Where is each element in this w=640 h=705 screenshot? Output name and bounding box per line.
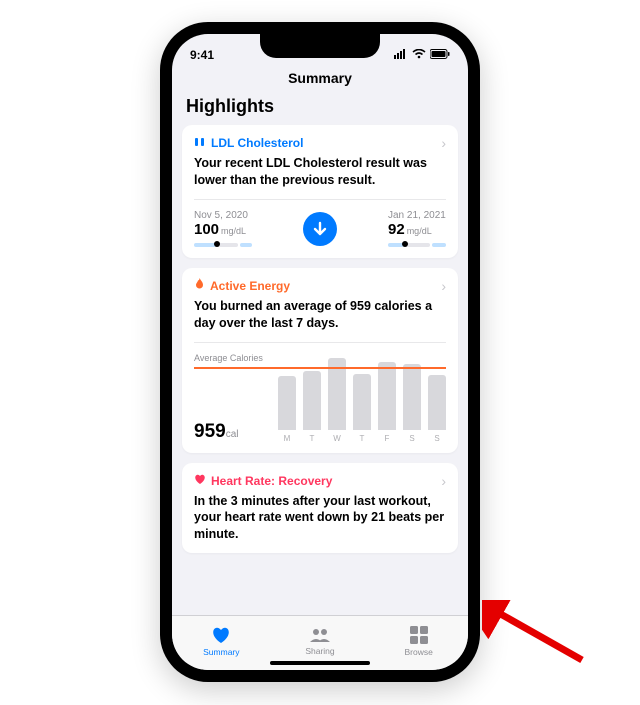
section-title-highlights: Highlights: [182, 94, 458, 125]
bar-col: T: [303, 371, 321, 443]
status-icons: [394, 48, 450, 62]
nav-title: Summary: [172, 64, 468, 94]
ldl-prev-value: 100 mg/dL: [194, 221, 252, 238]
bar: [353, 374, 371, 430]
ldl-comparison: Nov 5, 2020 100 mg/dL: [194, 210, 446, 248]
divider: [194, 199, 446, 200]
status-time: 9:41: [190, 48, 214, 62]
trend-down-icon: [303, 212, 337, 246]
bar: [428, 375, 446, 430]
home-indicator: [270, 661, 370, 665]
tab-label: Browse: [405, 647, 433, 657]
bar-day-label: S: [409, 434, 414, 443]
ldl-prev-range: [194, 242, 252, 248]
card-active-energy[interactable]: Active Energy › You burned an average of…: [182, 268, 458, 453]
bar: [303, 371, 321, 430]
bar: [403, 364, 421, 429]
screen: 9:41 Summary Highlights: [172, 34, 468, 670]
battery-icon: [430, 48, 450, 62]
heart-title: Heart Rate: Recovery: [211, 474, 332, 488]
ldl-icon: [194, 136, 206, 151]
chevron-right-icon: ›: [441, 135, 446, 151]
avg-line: [194, 367, 446, 369]
energy-chart: Average Calories 959cal M T W T F S S: [194, 353, 446, 443]
annotation-arrow: [482, 600, 592, 675]
chevron-right-icon: ›: [441, 473, 446, 489]
heart-body: In the 3 minutes after your last workout…: [194, 493, 446, 544]
tab-summary[interactable]: Summary: [172, 616, 271, 666]
bar-day-label: T: [310, 434, 315, 443]
energy-title: Active Energy: [210, 279, 290, 293]
ldl-recent-date: Jan 21, 2021: [388, 210, 446, 221]
bar-day-label: F: [385, 434, 390, 443]
tab-label: Sharing: [305, 646, 334, 656]
bar: [378, 362, 396, 430]
bar-col: W: [328, 358, 346, 443]
ldl-title: LDL Cholesterol: [211, 136, 303, 150]
ldl-recent-value: 92 mg/dL: [388, 221, 446, 238]
notch: [260, 34, 380, 58]
energy-body: You burned an average of 959 calories a …: [194, 298, 446, 332]
bar-chart: MTWTFSS: [278, 363, 446, 443]
bar: [278, 376, 296, 429]
card-heart-rate[interactable]: Heart Rate: Recovery › In the 3 minutes …: [182, 463, 458, 554]
bar-col: T: [353, 374, 371, 443]
bar-col: F: [378, 362, 396, 443]
content-scroll[interactable]: Highlights LDL Cholesterol › Your recent…: [172, 94, 468, 615]
bar-col: M: [278, 376, 296, 442]
heart-filled-icon: [211, 626, 231, 646]
ldl-recent-range: [388, 242, 446, 248]
avg-value: 959cal: [194, 399, 272, 443]
bar-col: S: [428, 375, 446, 443]
card-header: Heart Rate: Recovery ›: [194, 473, 446, 489]
heart-icon: [194, 474, 206, 488]
ldl-body: Your recent LDL Cholesterol result was l…: [194, 155, 446, 189]
tab-browse[interactable]: Browse: [369, 616, 468, 666]
card-header: Active Energy ›: [194, 278, 446, 294]
bar-day-label: T: [360, 434, 365, 443]
avg-label: Average Calories: [194, 353, 446, 363]
bar-col: S: [403, 364, 421, 442]
wifi-icon: [412, 48, 426, 62]
card-header: LDL Cholesterol ›: [194, 135, 446, 151]
tab-label: Summary: [203, 647, 239, 657]
flame-icon: [194, 278, 205, 293]
bar-day-label: W: [333, 434, 341, 443]
divider: [194, 342, 446, 343]
signal-icon: [394, 48, 408, 62]
grid-icon: [410, 626, 428, 646]
people-icon: [309, 627, 331, 645]
chevron-right-icon: ›: [441, 278, 446, 294]
card-ldl[interactable]: LDL Cholesterol › Your recent LDL Choles…: [182, 125, 458, 258]
tab-sharing[interactable]: Sharing: [271, 616, 370, 666]
bar-day-label: S: [434, 434, 439, 443]
ldl-prev-col: Nov 5, 2020 100 mg/dL: [194, 210, 252, 248]
phone-frame: 9:41 Summary Highlights: [160, 22, 480, 682]
ldl-recent-col: Jan 21, 2021 92 mg/dL: [388, 210, 446, 248]
ldl-prev-date: Nov 5, 2020: [194, 210, 252, 221]
bar-day-label: M: [284, 434, 291, 443]
